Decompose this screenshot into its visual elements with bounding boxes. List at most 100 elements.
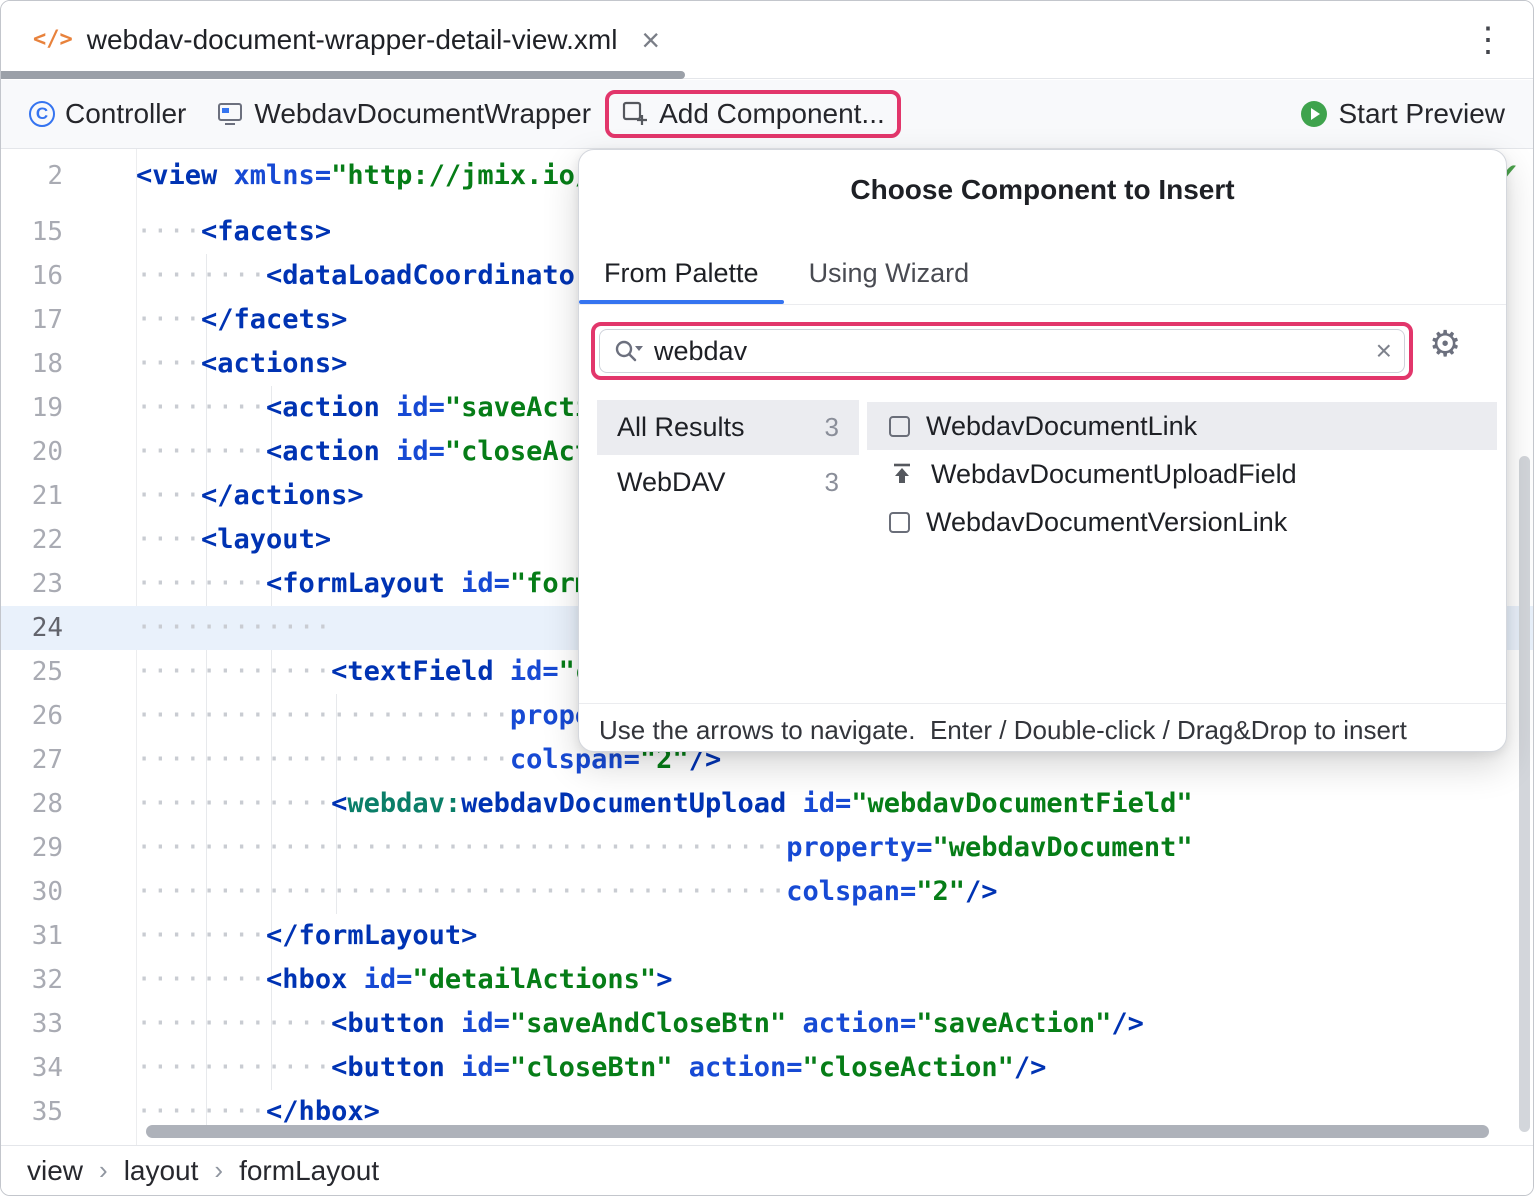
code-line[interactable]: 31········</formLayout> bbox=[1, 914, 1533, 958]
line-number[interactable]: 28 bbox=[1, 782, 136, 826]
breadcrumb-item[interactable]: layout bbox=[124, 1155, 199, 1187]
file-tab-title[interactable]: webdav-document-wrapper-detail-view.xml bbox=[87, 24, 618, 56]
category-count: 3 bbox=[825, 467, 839, 498]
tab-label: Using Wizard bbox=[809, 258, 970, 289]
tab-from-palette[interactable]: From Palette bbox=[579, 242, 784, 304]
code-text: ········<formLayout id="form"> bbox=[136, 562, 624, 606]
ide-window: </> webdav-document-wrapper-detail-view.… bbox=[0, 0, 1534, 1196]
search-input[interactable]: webdav × bbox=[599, 329, 1405, 373]
breadcrumb-item[interactable]: view bbox=[27, 1155, 83, 1187]
popup-tabs: From Palette Using Wizard bbox=[579, 242, 994, 304]
line-number[interactable]: 19 bbox=[1, 386, 136, 430]
code-text: ········<hbox id="detailActions"> bbox=[136, 958, 672, 1002]
tabs-divider bbox=[579, 304, 1506, 305]
annotation-highlight-add-component: Add Component... bbox=[605, 90, 901, 138]
palette-category-row[interactable]: WebDAV3 bbox=[597, 455, 859, 510]
xml-file-icon: </> bbox=[33, 27, 73, 52]
palette-result-row[interactable]: WebdavDocumentUploadField bbox=[867, 450, 1497, 498]
breadcrumb: view › layout › formLayout bbox=[1, 1145, 1533, 1195]
controller-label: Controller bbox=[65, 98, 186, 130]
palette-results: WebdavDocumentLink WebdavDocumentUploadFi… bbox=[867, 402, 1497, 546]
choose-component-popup: Choose Component to Insert From Palette U… bbox=[578, 149, 1507, 752]
vertical-scrollbar[interactable] bbox=[1519, 456, 1530, 1132]
add-component-button[interactable]: Add Component... bbox=[621, 98, 885, 130]
line-number[interactable]: 23 bbox=[1, 562, 136, 606]
line-number[interactable]: 29 bbox=[1, 826, 136, 870]
line-number[interactable]: 31 bbox=[1, 914, 136, 958]
code-line[interactable]: 28············<webdav:webdavDocumentUplo… bbox=[1, 782, 1533, 826]
breadcrumb-item[interactable]: formLayout bbox=[239, 1155, 379, 1187]
component-icon bbox=[889, 512, 910, 533]
palette-category-row[interactable]: All Results 3 bbox=[597, 400, 859, 455]
line-number[interactable]: 20 bbox=[1, 430, 136, 474]
popup-title: Choose Component to Insert bbox=[579, 174, 1506, 206]
line-number[interactable]: 24 bbox=[1, 606, 136, 650]
line-number[interactable]: 33 bbox=[1, 1002, 136, 1046]
controller-button[interactable]: C Controller bbox=[29, 98, 186, 130]
result-label: WebdavDocumentVersionLink bbox=[926, 507, 1287, 538]
code-text: ············<button id="closeBtn" action… bbox=[136, 1046, 1046, 1090]
code-text: ············<webdav:webdavDocumentUpload… bbox=[136, 782, 1193, 826]
code-text: ········································… bbox=[136, 870, 998, 914]
tab-label: From Palette bbox=[604, 258, 759, 289]
line-number[interactable]: 25 bbox=[1, 650, 136, 694]
code-text: ····</facets> bbox=[136, 298, 347, 342]
line-number[interactable]: 22 bbox=[1, 518, 136, 562]
add-component-icon bbox=[621, 100, 649, 128]
code-line[interactable]: 29······································… bbox=[1, 826, 1533, 870]
line-number[interactable]: 32 bbox=[1, 958, 136, 1002]
line-number[interactable]: 18 bbox=[1, 342, 136, 386]
wrapper-button[interactable]: WebdavDocumentWrapper bbox=[216, 98, 591, 130]
close-tab-icon[interactable]: × bbox=[641, 24, 660, 56]
line-number[interactable]: 34 bbox=[1, 1046, 136, 1090]
breadcrumb-separator: › bbox=[214, 1155, 223, 1186]
tab-using-wizard[interactable]: Using Wizard bbox=[784, 242, 995, 304]
horizontal-scrollbar[interactable] bbox=[146, 1125, 1489, 1138]
code-text: ········································… bbox=[136, 826, 1193, 870]
more-options-icon[interactable]: ⋮ bbox=[1471, 23, 1505, 57]
start-preview-button[interactable]: Start Preview bbox=[1299, 98, 1506, 130]
line-number[interactable]: 35 bbox=[1, 1090, 136, 1134]
tab-strip-scrollbar[interactable] bbox=[1, 71, 685, 79]
view-descriptor-icon bbox=[216, 100, 244, 128]
code-text: ····</actions> bbox=[136, 474, 364, 518]
line-number[interactable]: 16 bbox=[1, 254, 136, 298]
wrapper-label: WebdavDocumentWrapper bbox=[254, 98, 591, 130]
line-number[interactable]: 15 bbox=[1, 210, 136, 254]
code-line[interactable]: 30······································… bbox=[1, 870, 1533, 914]
code-text: ····<actions> bbox=[136, 342, 347, 386]
line-number[interactable]: 2 bbox=[1, 154, 136, 198]
breadcrumb-separator: › bbox=[99, 1155, 108, 1186]
code-text: ············<button id="saveAndCloseBtn"… bbox=[136, 1002, 1144, 1046]
category-count: 3 bbox=[825, 412, 839, 443]
add-component-label: Add Component... bbox=[659, 98, 885, 130]
palette-result-row[interactable]: WebdavDocumentVersionLink bbox=[867, 498, 1497, 546]
upload-icon bbox=[889, 461, 915, 487]
code-line[interactable]: 34············<button id="closeBtn" acti… bbox=[1, 1046, 1533, 1090]
palette-result-row[interactable]: WebdavDocumentLink bbox=[867, 402, 1497, 450]
play-icon bbox=[1299, 99, 1329, 129]
clear-search-icon[interactable]: × bbox=[1376, 337, 1392, 365]
palette-categories: All Results3WebDAV3 bbox=[597, 400, 859, 510]
result-label: WebdavDocumentUploadField bbox=[931, 459, 1297, 490]
editor-tab-bar: </> webdav-document-wrapper-detail-view.… bbox=[1, 1, 1533, 79]
line-number[interactable]: 21 bbox=[1, 474, 136, 518]
footer-divider bbox=[579, 703, 1506, 704]
popup-hint: Use the arrows to navigate. Enter / Doub… bbox=[599, 715, 1407, 746]
code-text: ········</formLayout> bbox=[136, 914, 477, 958]
line-number[interactable]: 26 bbox=[1, 694, 136, 738]
component-icon bbox=[889, 416, 910, 437]
code-line[interactable]: 32········<hbox id="detailActions"> bbox=[1, 958, 1533, 1002]
controller-icon: C bbox=[29, 101, 55, 127]
code-text: ····<layout> bbox=[136, 518, 331, 562]
code-text: ····<facets> bbox=[136, 210, 331, 254]
search-icon bbox=[612, 336, 644, 366]
category-label: All Results bbox=[617, 412, 745, 443]
code-line[interactable]: 33············<button id="saveAndCloseBt… bbox=[1, 1002, 1533, 1046]
gear-icon[interactable]: ⚙ bbox=[1429, 326, 1461, 362]
line-number[interactable]: 27 bbox=[1, 738, 136, 782]
line-number[interactable]: 17 bbox=[1, 298, 136, 342]
line-number[interactable]: 30 bbox=[1, 870, 136, 914]
view-designer-toolbar: C Controller WebdavDocumentWrapper Add C… bbox=[1, 80, 1533, 149]
start-preview-label: Start Preview bbox=[1339, 98, 1506, 130]
